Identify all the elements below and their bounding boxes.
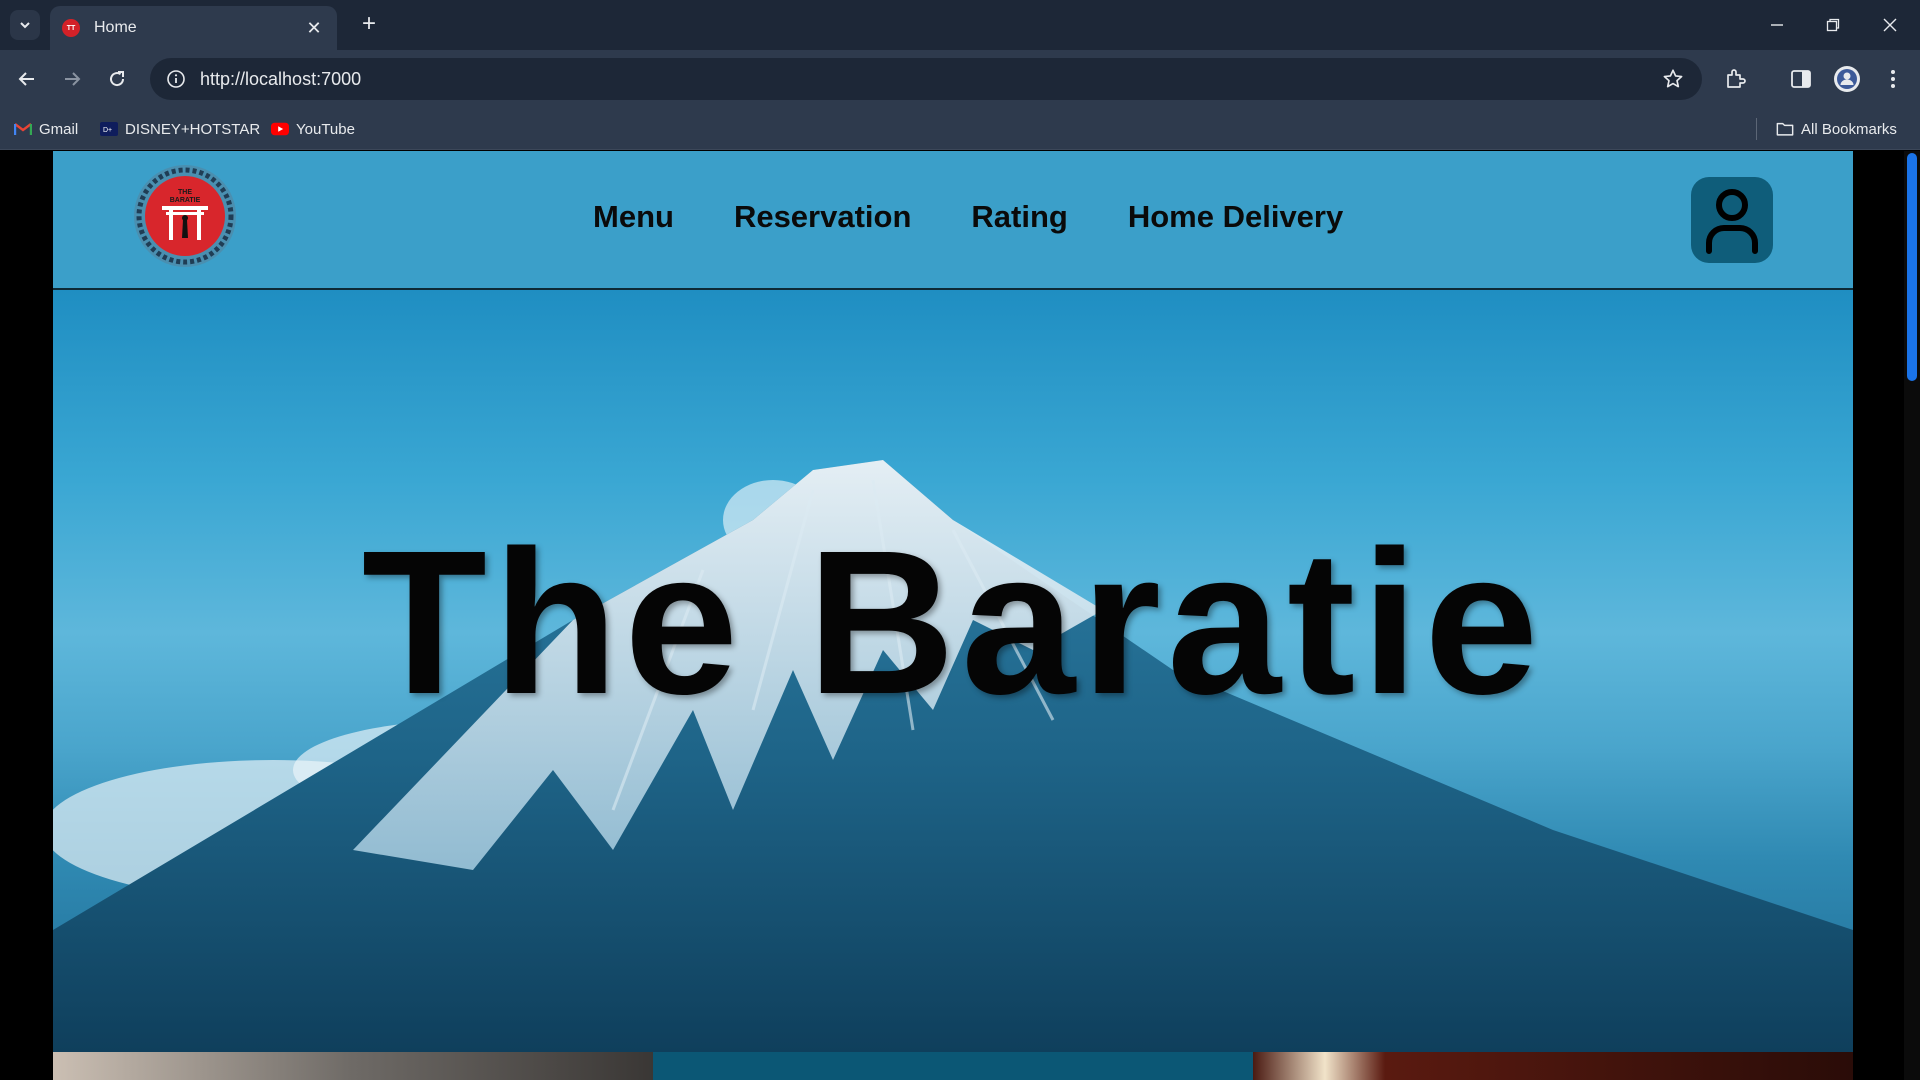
- url-text[interactable]: http://localhost:7000: [200, 69, 1658, 90]
- site-header: THE BARATIE Menu Reservation Rating Home…: [53, 151, 1853, 290]
- hero-banner: The Baratie: [53, 290, 1853, 1052]
- profile-avatar-icon[interactable]: [1832, 64, 1862, 94]
- user-profile-button[interactable]: [1691, 177, 1773, 263]
- restore-icon: [1826, 18, 1840, 32]
- bookmarks-bar: Gmail D+ DISNEY+HOTSTAR YouTube All Book…: [0, 108, 1920, 150]
- featured-image-left: [53, 1052, 653, 1080]
- arrow-left-icon: [18, 72, 34, 86]
- all-bookmarks-button[interactable]: All Bookmarks: [1776, 116, 1897, 142]
- forward-button[interactable]: [55, 62, 89, 96]
- page-viewport: THE BARATIE Menu Reservation Rating Home…: [0, 151, 1920, 1080]
- web-page: THE BARATIE Menu Reservation Rating Home…: [53, 151, 1853, 1080]
- close-icon: [1883, 18, 1897, 32]
- tab-close-icon[interactable]: ✕: [303, 18, 325, 39]
- bookmark-star-icon[interactable]: [1658, 64, 1688, 94]
- nav-menu[interactable]: Menu: [593, 199, 674, 235]
- browser-tab[interactable]: TT Home ✕: [50, 6, 337, 50]
- more-menu-icon[interactable]: [1878, 64, 1908, 94]
- arrow-right-icon: [65, 72, 81, 86]
- hero-title: The Baratie: [361, 508, 1545, 737]
- all-bookmarks-label: All Bookmarks: [1801, 120, 1897, 138]
- page-scrollbar[interactable]: [1904, 151, 1920, 1080]
- bookmark-label: Gmail: [39, 120, 79, 138]
- nav-reservation[interactable]: Reservation: [734, 199, 911, 235]
- bookmark-label: YouTube: [296, 120, 355, 138]
- site-logo[interactable]: THE BARATIE: [133, 164, 237, 268]
- reload-button[interactable]: [100, 62, 134, 96]
- minimize-button[interactable]: [1757, 8, 1797, 42]
- bookmark-disney-hotstar[interactable]: D+ DISNEY+HOTSTAR: [100, 116, 260, 142]
- restore-button[interactable]: [1813, 8, 1853, 42]
- youtube-icon: [271, 122, 289, 136]
- nav-home-delivery[interactable]: Home Delivery: [1128, 199, 1343, 235]
- nav-rating[interactable]: Rating: [971, 199, 1067, 235]
- user-icon: [1706, 189, 1758, 254]
- side-panel-icon[interactable]: [1786, 64, 1816, 94]
- browser-toolbar: http://localhost:7000: [0, 50, 1920, 108]
- tab-title: Home: [94, 19, 137, 36]
- reload-icon: [110, 71, 125, 87]
- address-bar[interactable]: http://localhost:7000: [150, 58, 1702, 100]
- hotstar-icon: D+: [100, 122, 118, 136]
- bookmark-label: DISNEY+HOTSTAR: [125, 120, 261, 138]
- site-info-icon[interactable]: [164, 67, 188, 91]
- svg-text:BARATIE: BARATIE: [170, 197, 201, 204]
- featured-image-right: [1253, 1052, 1853, 1080]
- back-button[interactable]: [10, 62, 44, 96]
- chevron-down-icon: [20, 22, 30, 29]
- new-tab-button[interactable]: +: [354, 10, 384, 40]
- bookmarks-separator: [1756, 118, 1757, 140]
- folder-icon: [1776, 122, 1794, 136]
- browser-tab-bar: TT Home ✕ +: [0, 0, 1920, 50]
- gmail-icon: [14, 122, 32, 136]
- minimize-icon: [1771, 24, 1783, 26]
- svg-text:D+: D+: [103, 127, 112, 134]
- scrollbar-thumb[interactable]: [1907, 153, 1917, 381]
- extensions-icon[interactable]: [1721, 64, 1751, 94]
- featured-image-center: [653, 1052, 1253, 1080]
- site-nav: Menu Reservation Rating Home Delivery: [593, 199, 1343, 235]
- tab-favicon-icon: TT: [62, 19, 80, 37]
- bookmark-gmail[interactable]: Gmail: [14, 116, 78, 142]
- tab-search-button[interactable]: [10, 10, 40, 40]
- close-window-button[interactable]: [1870, 8, 1910, 42]
- bookmark-youtube[interactable]: YouTube: [271, 116, 355, 142]
- svg-text:THE: THE: [178, 189, 192, 196]
